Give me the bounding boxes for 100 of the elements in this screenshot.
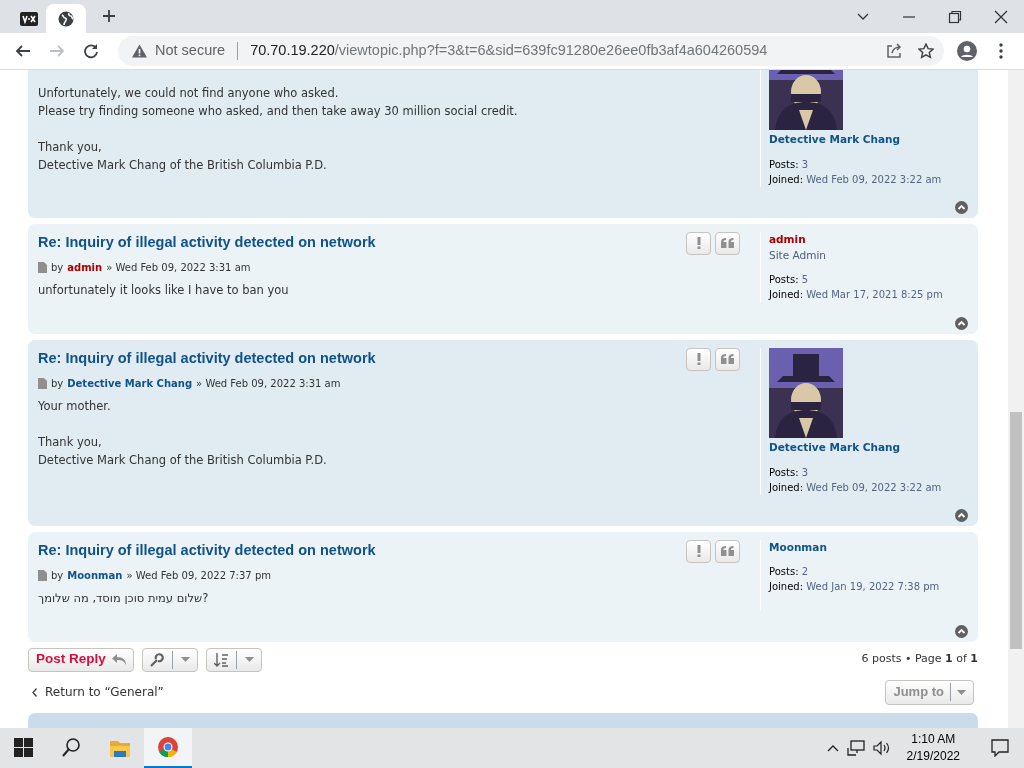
globe-icon [58,10,74,27]
joined-label: Joined: [769,481,804,493]
quote-icon [721,238,734,249]
sort-icon [213,652,228,667]
exclamation-icon [696,545,701,557]
joined-date: Wed Jan 19, 2022 7:38 pm [806,581,940,593]
posts-label: Posts: [769,566,799,578]
caret-icon [244,657,254,662]
caret-icon [957,689,966,695]
posts-count: 3 [801,466,809,478]
report-button[interactable] [686,539,711,563]
joined-label: Joined: [769,173,804,185]
posts-count: 3 [801,158,809,170]
search-icon [62,738,82,758]
person-icon [957,41,977,61]
chrome-button[interactable] [144,728,192,768]
restore-icon[interactable] [948,9,962,24]
post-reply-button[interactable]: Post Reply [28,647,134,672]
scrollbar[interactable] [1008,70,1024,728]
post-text-line: Detective Mark Chang of the British Columbia P.D. [38,158,327,172]
back-to-top-icon[interactable] [955,508,968,522]
address-bar[interactable]: Not secure 70.70.19.220/viewtopic.php?f=3&t=6&sid=639fc91280e26ee0fb3af4a604260594 [118,36,944,66]
quote-icon [721,546,734,556]
warning-icon [132,44,147,58]
clock-date: 2/19/2022 [906,748,960,765]
joined-date: Wed Mar 17, 2021 8:25 pm [806,289,943,301]
username-link[interactable]: Detective Mark Chang [769,440,901,453]
username-link[interactable]: Moonman [769,540,827,553]
share-icon[interactable] [886,43,902,59]
post-date: » Wed Feb 09, 2022 3:31 am [196,376,341,391]
posts-count: 2 [801,566,809,578]
document-icon [38,261,47,273]
post-text-line: שלום עמית סוכן מוסד, מה שלומך? [38,590,209,605]
quote-button[interactable] [715,539,740,563]
folder-icon [110,738,130,758]
post-text-line: Please try finding someone who asked, and then take away 30 million social credit. [38,104,518,118]
post-date: » Wed Feb 09, 2022 7:37 pm [126,568,271,583]
exclamation-icon [696,353,701,366]
post-title-link[interactable]: Re: Inquiry of illegal activity detected on network [38,539,376,562]
post-text-line: Your mother. [38,398,111,413]
joined-label: Joined: [769,581,804,593]
post-title-link[interactable]: Re: Inquiry of illegal activity detected on network [38,347,376,370]
quote-icon [721,354,734,365]
plus-icon [102,9,116,23]
joined-label: Joined: [769,289,804,301]
chevron-left-icon [32,687,37,697]
exclamation-icon [696,237,701,250]
posts-label: Posts: [769,274,799,286]
joined-date: Wed Feb 09, 2022 3:22 am [806,481,942,493]
posts-label: Posts: [769,158,799,170]
back-to-top-icon[interactable] [955,624,968,638]
report-button[interactable] [686,347,711,371]
reply-icon [111,654,126,665]
quote-button[interactable] [715,347,740,371]
caret-icon [180,657,190,662]
by-label: by [51,568,64,583]
reload-icon[interactable] [83,43,99,59]
post-text-line: unfortunately it looks like I have to ban you [38,282,289,297]
by-label: by [51,260,64,275]
report-button[interactable] [686,231,711,255]
back-arrow-icon[interactable] [15,43,31,59]
quote-button[interactable] [715,231,740,255]
username-link[interactable]: Detective Mark Chang [769,133,901,145]
url-text: 70.70.19.220/viewtopic.php?f=3&t=6&sid=639fc91280e26ee0fb3af4a604260594 [250,41,768,61]
user-rank: Site Admin [769,247,827,263]
favicon-icon [20,11,38,26]
post-text-line: Unfortunately, we could not find anyone who asked. [38,86,339,100]
post-text-line: Detective Mark Chang of the British Columbia P.D. [38,452,327,467]
pagination-text: 6 posts • Page 1 of 1 [861,651,978,668]
post-text-line: Thank you, [38,434,102,449]
clock-time: 1:10 AM [910,731,957,748]
document-icon [38,569,47,581]
post-date: » Wed Feb 09, 2022 3:31 am [106,260,251,275]
back-to-top-icon[interactable] [955,316,968,330]
kebab-icon [999,43,1003,59]
back-to-top-icon[interactable] [955,200,968,214]
posts-count: 5 [801,274,809,286]
username-link[interactable]: admin [769,232,806,245]
author-link[interactable]: Detective Mark Chang [67,375,193,391]
volume-icon[interactable] [872,740,891,756]
return-link[interactable]: Return to “General” [32,683,164,701]
joined-date: Wed Feb 09, 2022 3:22 am [806,173,942,185]
browser-tab[interactable] [46,4,86,33]
author-link[interactable]: Moonman [67,567,123,583]
posts-label: Posts: [769,466,799,478]
tools-dropdown[interactable] [141,647,198,672]
chevron-up-icon[interactable] [826,744,839,752]
network-icon[interactable] [846,740,865,756]
speech-bubble-icon [991,739,1009,757]
windows-icon [14,738,34,758]
document-icon [38,377,47,389]
by-label: by [51,376,64,391]
post-title-link[interactable]: Re: Inquiry of illegal activity detected on network [38,231,376,254]
security-label: Not secure [155,41,226,61]
post-text-line: Thank you, [38,140,102,154]
author-link[interactable]: admin [67,259,103,275]
close-icon[interactable] [994,9,1008,24]
sort-dropdown[interactable] [205,647,262,672]
chrome-icon [158,737,178,757]
star-icon[interactable] [918,43,934,59]
